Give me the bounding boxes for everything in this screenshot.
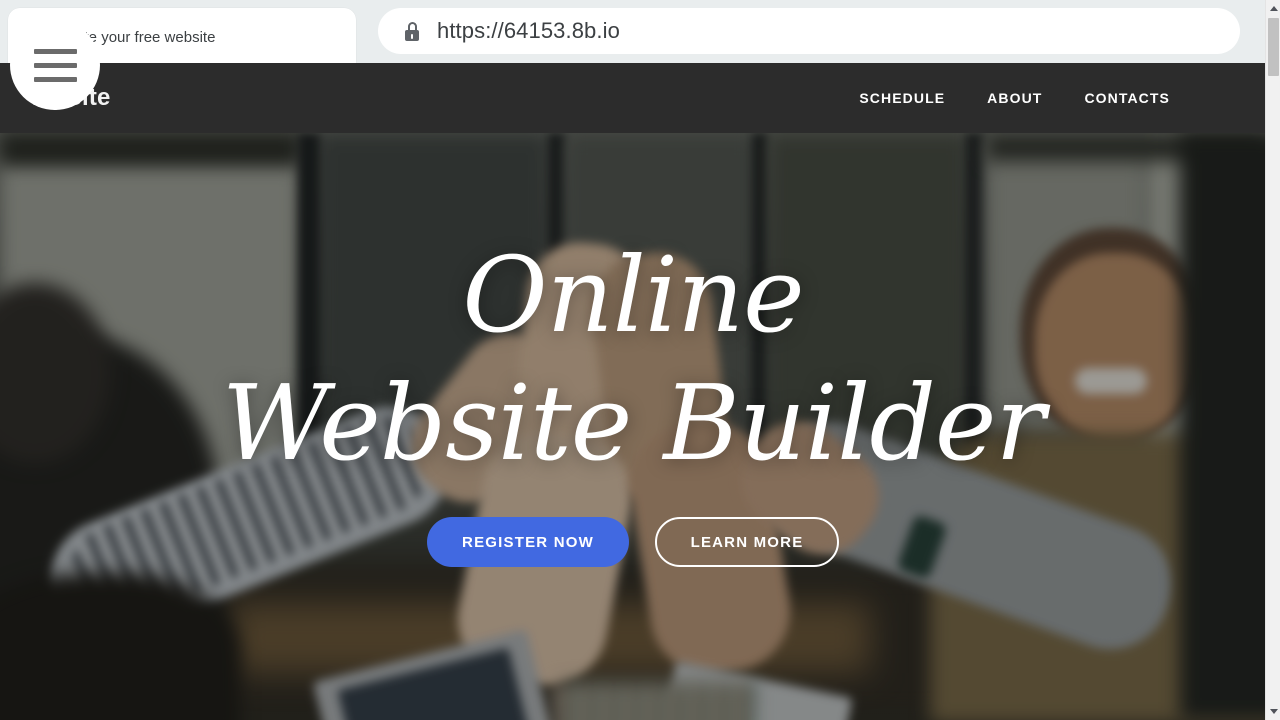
scrollbar-thumb[interactable] [1268,18,1279,76]
site-nav-links: SCHEDULE ABOUT CONTACTS [859,63,1170,133]
browser-chrome: Create your free website https://64153.8… [0,0,1280,63]
hamburger-bar [33,76,77,82]
vertical-scrollbar[interactable] [1265,0,1280,720]
url-text[interactable]: https://64153.8b.io [437,18,620,44]
hero-content: Online Website Builder REGISTER NOW LEAR… [0,133,1266,720]
url-bar[interactable]: https://64153.8b.io [378,8,1240,54]
scroll-up-arrow-icon[interactable] [1266,0,1280,17]
lock-icon [404,21,420,41]
learn-more-button[interactable]: LEARN MORE [655,517,839,567]
hero-title: Online Website Builder [83,231,1183,487]
site-navbar: MySite SCHEDULE ABOUT CONTACTS [0,63,1266,133]
hero-section: Online Website Builder REGISTER NOW LEAR… [0,133,1266,720]
hamburger-menu-icon[interactable] [10,20,100,110]
hero-buttons: REGISTER NOW LEARN MORE [427,517,839,567]
nav-item-schedule[interactable]: SCHEDULE [859,90,945,106]
hero-title-line2: Website Builder [221,362,1045,484]
hamburger-bar [33,48,77,54]
hero-title-line1: Online [462,234,804,356]
hamburger-bar [33,62,77,68]
nav-item-contacts[interactable]: CONTACTS [1084,90,1170,106]
scroll-down-arrow-icon[interactable] [1266,703,1280,720]
register-now-button[interactable]: REGISTER NOW [427,517,629,567]
page-viewport: MySite SCHEDULE ABOUT CONTACTS [0,63,1266,720]
nav-item-about[interactable]: ABOUT [987,90,1042,106]
